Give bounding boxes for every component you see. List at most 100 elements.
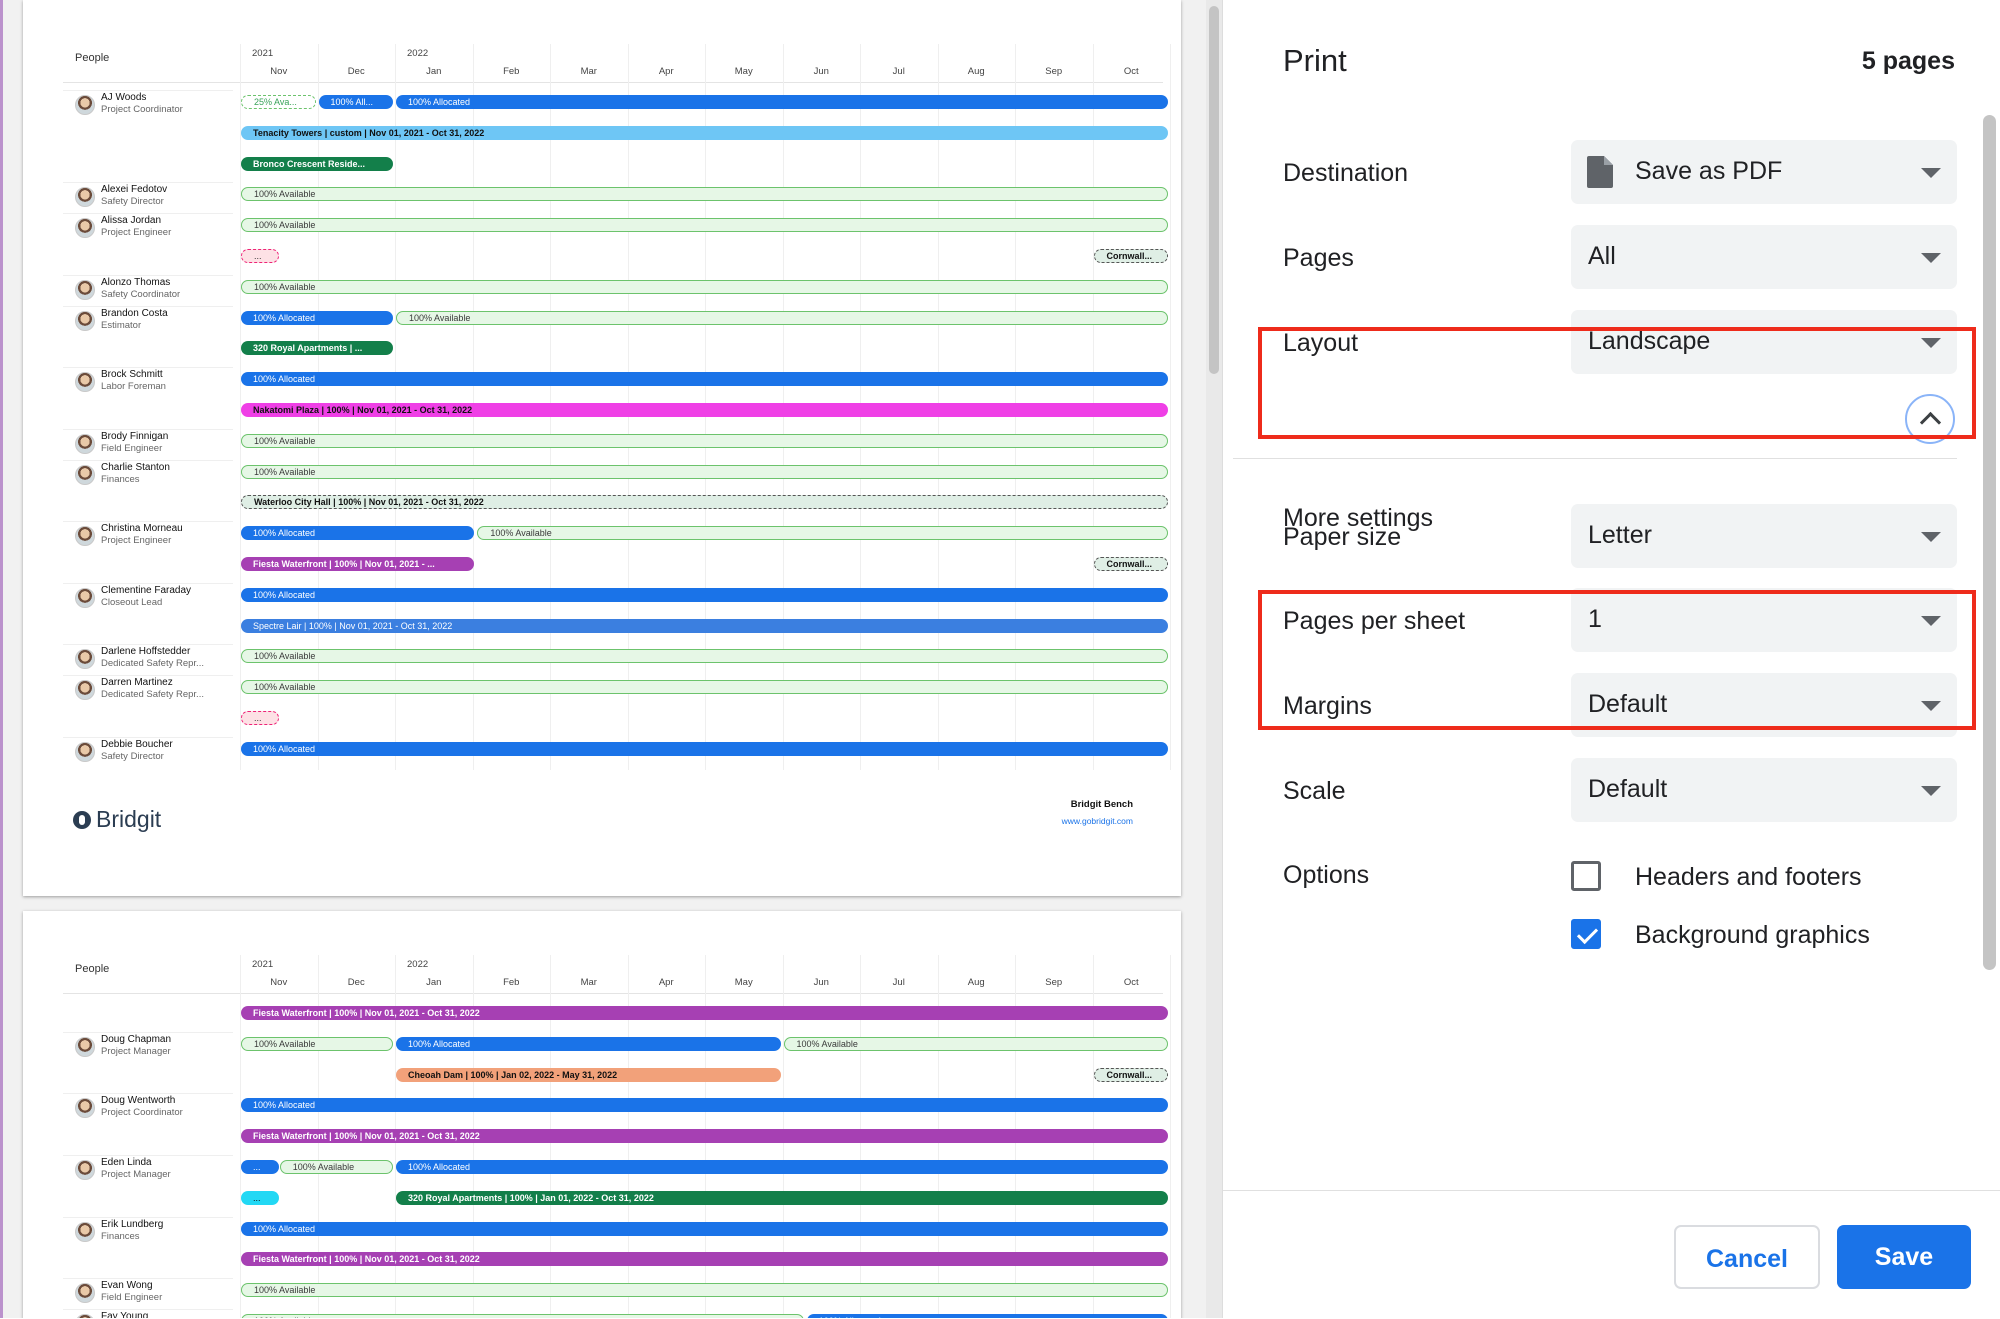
assignment-bar[interactable]: Fiesta Waterfront | 100% | Nov 01, 2021 … bbox=[241, 1129, 1168, 1144]
assignment-bar[interactable]: 100% Available bbox=[241, 218, 1168, 233]
preview-scrollbar-thumb[interactable] bbox=[1209, 6, 1219, 374]
assignment-bar[interactable]: Tenacity Towers | custom | Nov 01, 2021 … bbox=[241, 125, 1168, 140]
person-role: Dedicated Safety Repr... bbox=[101, 689, 204, 701]
month-label: Nov bbox=[270, 977, 288, 988]
row-divider bbox=[63, 644, 233, 646]
assignment-bar[interactable]: 100% Available bbox=[396, 310, 1168, 325]
row-divider bbox=[63, 459, 233, 461]
person-name: Charlie Stanton bbox=[101, 461, 170, 473]
assignment-bar[interactable]: Cornwall... bbox=[1093, 1067, 1168, 1082]
preview-page-2: People 2021 2022 Nov Dec Jan Feb Mar Apr May Jun Ju… bbox=[23, 911, 1181, 1318]
paper-size-row: Paper size Letter bbox=[1223, 504, 1963, 574]
settings-scrollbar-thumb[interactable] bbox=[1983, 115, 1996, 970]
assignment-bar[interactable]: 100% Allocated bbox=[396, 1036, 781, 1051]
row-divider bbox=[63, 90, 233, 91]
month-label: Feb bbox=[503, 66, 520, 77]
assignment-bar[interactable]: 100% Available bbox=[783, 1036, 1168, 1051]
person-role: Project Coordinator bbox=[101, 1107, 183, 1119]
month-label: Mar bbox=[580, 977, 597, 988]
file-icon bbox=[1587, 156, 1613, 188]
assignment-bar[interactable]: 100% Available bbox=[477, 526, 1168, 541]
avatar bbox=[75, 279, 95, 300]
assignment-bar[interactable]: 320 Royal Apartments | ... bbox=[241, 341, 393, 356]
row-divider bbox=[63, 1216, 233, 1218]
row-divider bbox=[63, 1093, 233, 1095]
assignment-bar[interactable]: 100% Allocated bbox=[241, 310, 393, 325]
assignment-bar[interactable]: Bronco Crescent Reside... bbox=[241, 156, 393, 171]
assignment-bar[interactable]: 100% Available bbox=[241, 1036, 393, 1051]
assignment-bar[interactable]: Fiesta Waterfront | 100% | Nov 01, 2021 … bbox=[241, 557, 475, 571]
person-role: Project Manager bbox=[101, 1169, 171, 1180]
person-name: Christina Morneau bbox=[101, 523, 183, 535]
month-label: Feb bbox=[503, 977, 520, 988]
assignment-bar[interactable]: ... bbox=[241, 249, 279, 263]
person-name: Brandon Costa bbox=[101, 307, 168, 319]
person-name: Debbie Boucher bbox=[101, 738, 173, 750]
month-label: Oct bbox=[1123, 977, 1139, 988]
assignment-bar[interactable]: 100% Allocated bbox=[241, 741, 1168, 756]
assignment-bar[interactable]: Nakatomi Plaza | 100% | Nov 01, 2021 - O… bbox=[241, 403, 1168, 417]
person-name: Darlene Hoffstedder bbox=[101, 646, 191, 658]
assignment-bar[interactable]: Waterloo City Hall | 100% | Nov 01, 2021… bbox=[241, 495, 1168, 510]
scale-select[interactable]: Default bbox=[1571, 758, 1957, 822]
save-button[interactable]: Save bbox=[1837, 1225, 1971, 1289]
background-graphics-label[interactable]: Background graphics bbox=[1635, 921, 1870, 950]
print-preview-pane[interactable]: People 2021 2022 Nov Dec Jan Feb Mar Apr May Jun Ju… bbox=[0, 0, 1222, 1318]
month-label: Oct bbox=[1123, 66, 1139, 77]
assignment-bar[interactable]: 320 Royal Apartments | 100% | Jan 01, 20… bbox=[396, 1190, 1168, 1205]
person-name: Erik Lundberg bbox=[101, 1218, 164, 1230]
destination-select[interactable]: Save as PDF bbox=[1571, 140, 1957, 204]
chevron-down-icon bbox=[1921, 168, 1941, 178]
person-name: Fay Young bbox=[101, 1311, 149, 1318]
row-divider bbox=[63, 1278, 233, 1280]
month-label: Sep bbox=[1045, 977, 1063, 988]
assignment-bar[interactable]: 100% Available bbox=[241, 279, 1168, 294]
scale-label: Scale bbox=[1283, 777, 1346, 805]
assignment-bar[interactable]: 100% Allocated bbox=[241, 526, 475, 541]
month-label: Dec bbox=[347, 977, 365, 988]
assignment-bar[interactable]: Cheoah Dam | 100% | Jan 02, 2022 - May 3… bbox=[396, 1067, 781, 1082]
person-name: Evan Wong bbox=[101, 1280, 153, 1292]
assignment-bar[interactable]: 100% Available bbox=[241, 464, 1168, 479]
assignment-bar[interactable]: 100% Allocated bbox=[241, 1098, 1168, 1113]
headers-footers-checkbox[interactable] bbox=[1571, 861, 1601, 891]
assignment-bar[interactable]: 100% Available bbox=[241, 1283, 1168, 1298]
assignment-bar[interactable]: ... bbox=[241, 1190, 279, 1205]
person-name: Brock Schmitt bbox=[101, 369, 163, 381]
background-graphics-checkbox[interactable] bbox=[1571, 919, 1601, 949]
assignment-bar[interactable]: 25% Ava... bbox=[241, 95, 316, 109]
assignment-bar[interactable]: 100% Available bbox=[241, 680, 1168, 695]
assignment-bar[interactable]: 100% Allocated bbox=[396, 1160, 1168, 1174]
assignment-bar[interactable]: Cornwall... bbox=[1093, 249, 1168, 263]
assignment-bar[interactable]: 100% Available bbox=[241, 649, 1168, 664]
assignment-bar[interactable]: ... bbox=[241, 711, 279, 725]
cancel-button[interactable]: Cancel bbox=[1674, 1225, 1820, 1289]
footer-url: www.gobridgit.com bbox=[1061, 816, 1133, 826]
avatar bbox=[75, 1221, 95, 1242]
assignment-bar[interactable]: Cornwall... bbox=[1093, 557, 1168, 571]
assignment-bar[interactable]: 100% Allocated bbox=[396, 95, 1168, 109]
row-divider bbox=[63, 1309, 233, 1310]
assignment-bar[interactable]: Fiesta Waterfront | 100% | Nov 01, 2021 … bbox=[241, 1252, 1168, 1267]
assignment-bar[interactable]: 100% Allocated bbox=[806, 1314, 1168, 1318]
person-role: Project Manager bbox=[101, 1045, 171, 1057]
assignment-bar[interactable]: 100% Available bbox=[241, 187, 1168, 202]
headers-footers-label[interactable]: Headers and footers bbox=[1635, 863, 1862, 892]
year-label: 2021 bbox=[252, 959, 274, 970]
assignment-bar[interactable]: 100% Allocated bbox=[241, 587, 1168, 602]
assignment-bar[interactable]: 100% Available bbox=[241, 433, 1168, 448]
assignment-bar[interactable]: 100% Allocated bbox=[241, 372, 1168, 387]
person-name: Eden Linda bbox=[101, 1157, 152, 1168]
people-header: People bbox=[75, 963, 110, 975]
options-label: Options bbox=[1283, 861, 1370, 889]
paper-size-select[interactable]: Letter bbox=[1571, 504, 1957, 568]
assignment-bar[interactable]: 100% Available bbox=[279, 1160, 393, 1174]
assignment-bar[interactable]: Spectre Lair | 100% | Nov 01, 2021 - Oct… bbox=[241, 618, 1168, 633]
assignment-bar[interactable]: 100% Available bbox=[241, 1314, 804, 1318]
assignment-bar[interactable]: ... bbox=[241, 1160, 279, 1174]
assignment-bar[interactable]: 100% Allocated bbox=[241, 1221, 1168, 1236]
pages-select[interactable]: All bbox=[1571, 225, 1957, 289]
month-label: Jun bbox=[813, 977, 829, 988]
assignment-bar[interactable]: 100% All... bbox=[318, 95, 393, 109]
assignment-bar[interactable]: Fiesta Waterfront | 100% | Nov 01, 2021 … bbox=[241, 1006, 1168, 1020]
